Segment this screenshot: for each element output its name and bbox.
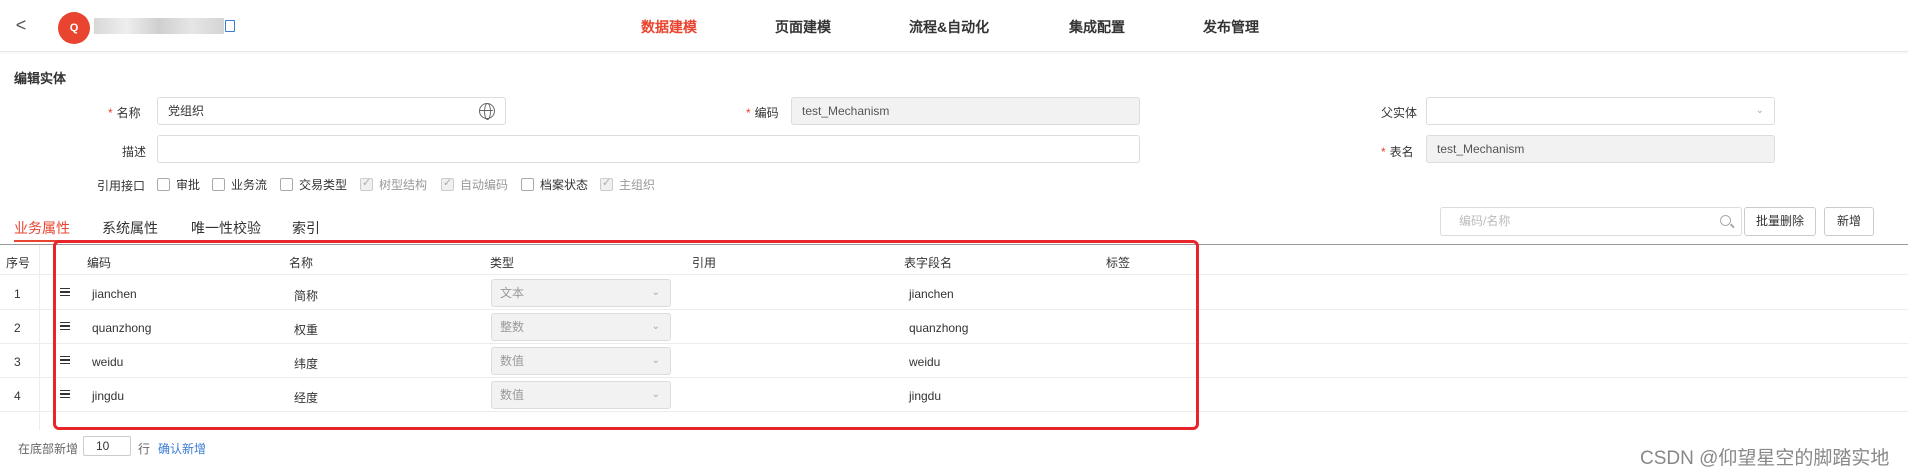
back-icon[interactable]: < bbox=[10, 14, 32, 36]
app-logo: Q bbox=[58, 12, 90, 44]
document-icon[interactable] bbox=[225, 20, 235, 32]
description-label: 描述 bbox=[122, 145, 147, 159]
nav-release-management[interactable]: 发布管理 bbox=[1203, 17, 1259, 37]
checkbox-main-org[interactable]: 主组织 bbox=[600, 176, 655, 192]
row-seq: 2 bbox=[14, 321, 21, 335]
name-label: * 名称 bbox=[108, 106, 141, 120]
chevron-down-icon: ⌄ bbox=[1755, 105, 1764, 116]
watermark-text: CSDN @仰望星空的脚踏实地 bbox=[1640, 448, 1890, 469]
code-label: * 编码 bbox=[746, 106, 779, 120]
nav-data-modeling[interactable]: 数据建模 bbox=[641, 17, 697, 37]
row-seq: 3 bbox=[14, 355, 21, 369]
description-field[interactable] bbox=[157, 135, 1140, 163]
checkbox-business-flow[interactable]: 业务流 bbox=[212, 176, 267, 192]
top-bar: < Q 数据建模 页面建模 流程&自动化 集成配置 发布管理 bbox=[0, 0, 1908, 52]
parent-entity-select[interactable]: ⌄ bbox=[1426, 97, 1775, 125]
table-name-label: * 表名 bbox=[1381, 145, 1414, 159]
tab-index[interactable]: 索引 bbox=[292, 218, 320, 238]
search-input[interactable]: 编码/名称 bbox=[1440, 207, 1742, 236]
name-field[interactable]: 党组织 bbox=[157, 97, 506, 125]
nav-process-automation[interactable]: 流程&自动化 bbox=[909, 17, 989, 37]
search-icon[interactable] bbox=[1720, 215, 1731, 226]
checkbox-archive-status[interactable]: 档案状态 bbox=[521, 176, 588, 192]
tab-business-attributes[interactable]: 业务属性 bbox=[14, 218, 70, 238]
parent-entity-label: 父实体 bbox=[1381, 106, 1418, 120]
batch-delete-button[interactable]: 批量删除 bbox=[1744, 207, 1816, 236]
globe-icon[interactable] bbox=[479, 103, 495, 120]
checkbox-auto-code[interactable]: 自动编码 bbox=[441, 176, 508, 192]
confirm-add-link[interactable]: 确认新增 bbox=[158, 440, 206, 457]
footer-add-prefix: 在底部新增 bbox=[18, 442, 79, 456]
checkbox-tree-structure[interactable]: 树型结构 bbox=[360, 176, 427, 192]
tab-system-attributes[interactable]: 系统属性 bbox=[102, 218, 158, 238]
search-placeholder: 编码/名称 bbox=[1459, 214, 1511, 228]
row-count-input[interactable]: 10 bbox=[83, 436, 131, 456]
ref-interface-label: 引用接口 bbox=[97, 179, 146, 193]
checkbox-approval[interactable]: 审批 bbox=[157, 176, 200, 192]
nav-page-modeling[interactable]: 页面建模 bbox=[775, 17, 831, 37]
app-name-blurred bbox=[94, 18, 224, 34]
checkbox-transaction-type[interactable]: 交易类型 bbox=[280, 176, 347, 192]
row-seq: 1 bbox=[14, 287, 21, 301]
add-button[interactable]: 新增 bbox=[1824, 207, 1874, 236]
page-title: 编辑实体 bbox=[14, 71, 67, 86]
name-value: 党组织 bbox=[168, 104, 205, 118]
table-name-field[interactable]: test_Mechanism bbox=[1426, 135, 1775, 163]
nav-integration-config[interactable]: 集成配置 bbox=[1069, 17, 1125, 37]
code-field[interactable]: test_Mechanism bbox=[791, 97, 1140, 125]
row-seq: 4 bbox=[14, 389, 21, 403]
highlight-annotation-box bbox=[53, 240, 1199, 430]
footer-row-suffix: 行 bbox=[138, 442, 151, 456]
tab-uniqueness-check[interactable]: 唯一性校验 bbox=[191, 218, 261, 238]
